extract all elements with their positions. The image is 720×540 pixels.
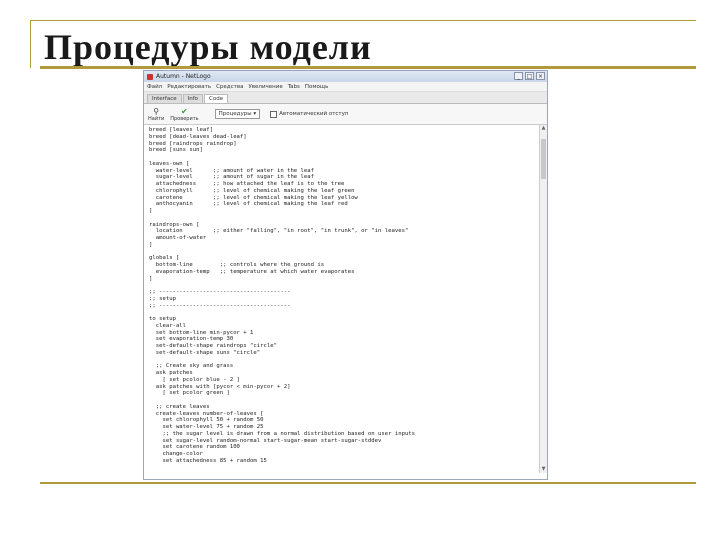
code-line[interactable]: breed [leaves leaf] (149, 127, 537, 134)
maximize-button[interactable]: □ (525, 72, 534, 80)
app-icon (147, 73, 153, 80)
code-line[interactable]: leaves-own [ (149, 161, 537, 168)
code-line[interactable] (149, 282, 537, 289)
code-line[interactable]: create-leaves number-of-leaves [ (149, 411, 537, 418)
code-line[interactable] (149, 309, 537, 316)
code-line[interactable]: set water-level 75 + random 25 (149, 424, 537, 431)
auto-indent-label: Автоматический отступ (279, 111, 349, 117)
check-label: Проверить (170, 115, 199, 122)
code-line[interactable] (149, 357, 537, 364)
window-controls: _ □ × (514, 72, 545, 80)
checkbox-icon (270, 110, 278, 118)
code-line[interactable]: set carotene random 100 (149, 444, 537, 451)
menu-tools[interactable]: Средства (216, 84, 243, 90)
menu-file[interactable]: Файл (147, 84, 162, 90)
code-line[interactable]: [ set pcolor blue - 2 ] (149, 377, 537, 384)
code-line[interactable]: ;; the sugar level is drawn from a norma… (149, 431, 537, 438)
code-line[interactable]: ] (149, 242, 537, 249)
code-line[interactable]: ;; -------------------------------------… (149, 289, 537, 296)
code-line[interactable]: attachedness ;; how attached the leaf is… (149, 181, 537, 188)
code-line[interactable]: ] (149, 208, 537, 215)
code-line[interactable]: evaporation-temp ;; temperature at which… (149, 269, 537, 276)
code-line[interactable]: carotene ;; level of chemical making the… (149, 195, 537, 202)
find-button[interactable]: ⚲ Найти (148, 107, 164, 122)
code-line[interactable]: ask patches (149, 370, 537, 377)
code-editor[interactable]: breed [leaves leaf] breed [dead-leaves de… (144, 125, 547, 473)
code-line[interactable]: breed [raindrops raindrop] (149, 141, 537, 148)
tab-code[interactable]: Code (204, 94, 229, 103)
code-line[interactable]: set sugar-level random-normal start-suga… (149, 438, 537, 445)
tab-info[interactable]: Info (182, 94, 204, 103)
code-line[interactable]: change-color (149, 451, 537, 458)
procedures-label: Процедуры (218, 111, 252, 117)
menu-help[interactable]: Помощь (305, 84, 328, 90)
code-line[interactable] (149, 397, 537, 404)
code-line[interactable]: set bottom-line min-pycor + 1 (149, 330, 537, 337)
code-line[interactable]: clear-all (149, 323, 537, 330)
code-line[interactable]: breed [suns sun] (149, 147, 537, 154)
slide-title-rule (40, 66, 696, 69)
code-line[interactable]: ;; Create sky and grass (149, 363, 537, 370)
magnifier-icon: ⚲ (153, 106, 160, 116)
code-line[interactable]: chlorophyll ;; level of chemical making … (149, 188, 537, 195)
code-line[interactable]: location ;; either "falling", "in root",… (149, 228, 537, 235)
code-line[interactable] (149, 154, 537, 161)
code-line[interactable]: amount-of-water (149, 235, 537, 242)
close-button[interactable]: × (536, 72, 545, 80)
menu-zoom[interactable]: Увеличение (248, 84, 282, 90)
code-line[interactable]: set-default-shape suns "circle" (149, 350, 537, 357)
code-line[interactable]: ask patches with [pycor < min-pycor + 2] (149, 384, 537, 391)
tab-interface[interactable]: Interface (147, 94, 182, 103)
window-title: Autumn - NetLogo (156, 73, 211, 80)
code-line[interactable]: set chlorophyll 50 + random 50 (149, 417, 537, 424)
vertical-scrollbar[interactable]: ▲ ▼ (539, 125, 547, 473)
chevron-down-icon: ▾ (253, 111, 257, 117)
window-titlebar[interactable]: Autumn - NetLogo _ □ × (144, 71, 547, 82)
code-line[interactable] (149, 249, 537, 256)
code-line[interactable]: anthocyanin ;; level of chemical making … (149, 201, 537, 208)
code-line[interactable]: ] (149, 276, 537, 283)
menu-tabs[interactable]: Tabs (288, 84, 300, 90)
slide-title: Процедуры модели (44, 27, 372, 67)
netlogo-window: Autumn - NetLogo _ □ × Файл Редактироват… (143, 70, 548, 480)
slide-bottom-rule (40, 482, 696, 484)
scroll-thumb[interactable] (541, 139, 546, 179)
code-text[interactable]: breed [leaves leaf] breed [dead-leaves de… (149, 127, 537, 465)
code-line[interactable]: ;; setup (149, 296, 537, 303)
tab-bar: Interface Info Code (144, 92, 547, 104)
minimize-button[interactable]: _ (514, 72, 523, 80)
code-line[interactable]: to setup (149, 316, 537, 323)
code-line[interactable]: ;; -------------------------------------… (149, 303, 537, 310)
code-line[interactable]: bottom-line ;; controls where the ground… (149, 262, 537, 269)
procedures-dropdown[interactable]: Процедуры ▾ (214, 109, 261, 119)
slide-left-rule (30, 20, 31, 68)
code-line[interactable] (149, 215, 537, 222)
slide-top-rule (30, 20, 696, 21)
code-line[interactable]: set-default-shape raindrops "circle" (149, 343, 537, 350)
menu-bar: Файл Редактировать Средства Увеличение T… (144, 82, 547, 92)
code-line[interactable]: set attachedness 85 + random 15 (149, 458, 537, 465)
checkmark-icon: ✔ (181, 106, 188, 116)
code-line[interactable]: ;; create leaves (149, 404, 537, 411)
code-line[interactable]: [ set pcolor green ] (149, 390, 537, 397)
scroll-down-icon[interactable]: ▼ (540, 466, 547, 473)
auto-indent-checkbox[interactable]: Автоматический отступ (270, 110, 349, 118)
find-label: Найти (148, 115, 165, 122)
code-line[interactable]: water-level ;; amount of water in the le… (149, 168, 537, 175)
code-line[interactable]: raindrops-own [ (149, 222, 537, 229)
check-button[interactable]: ✔ Проверить (170, 107, 198, 122)
code-line[interactable]: globals [ (149, 255, 537, 262)
code-line[interactable]: breed [dead-leaves dead-leaf] (149, 134, 537, 141)
code-toolbar: ⚲ Найти ✔ Проверить Процедуры ▾ Автомати… (144, 104, 547, 125)
code-line[interactable]: sugar-level ;; amount of sugar in the le… (149, 174, 537, 181)
code-line[interactable]: set evaporation-temp 30 (149, 336, 537, 343)
menu-edit[interactable]: Редактировать (167, 84, 211, 90)
scroll-up-icon[interactable]: ▲ (540, 125, 547, 132)
